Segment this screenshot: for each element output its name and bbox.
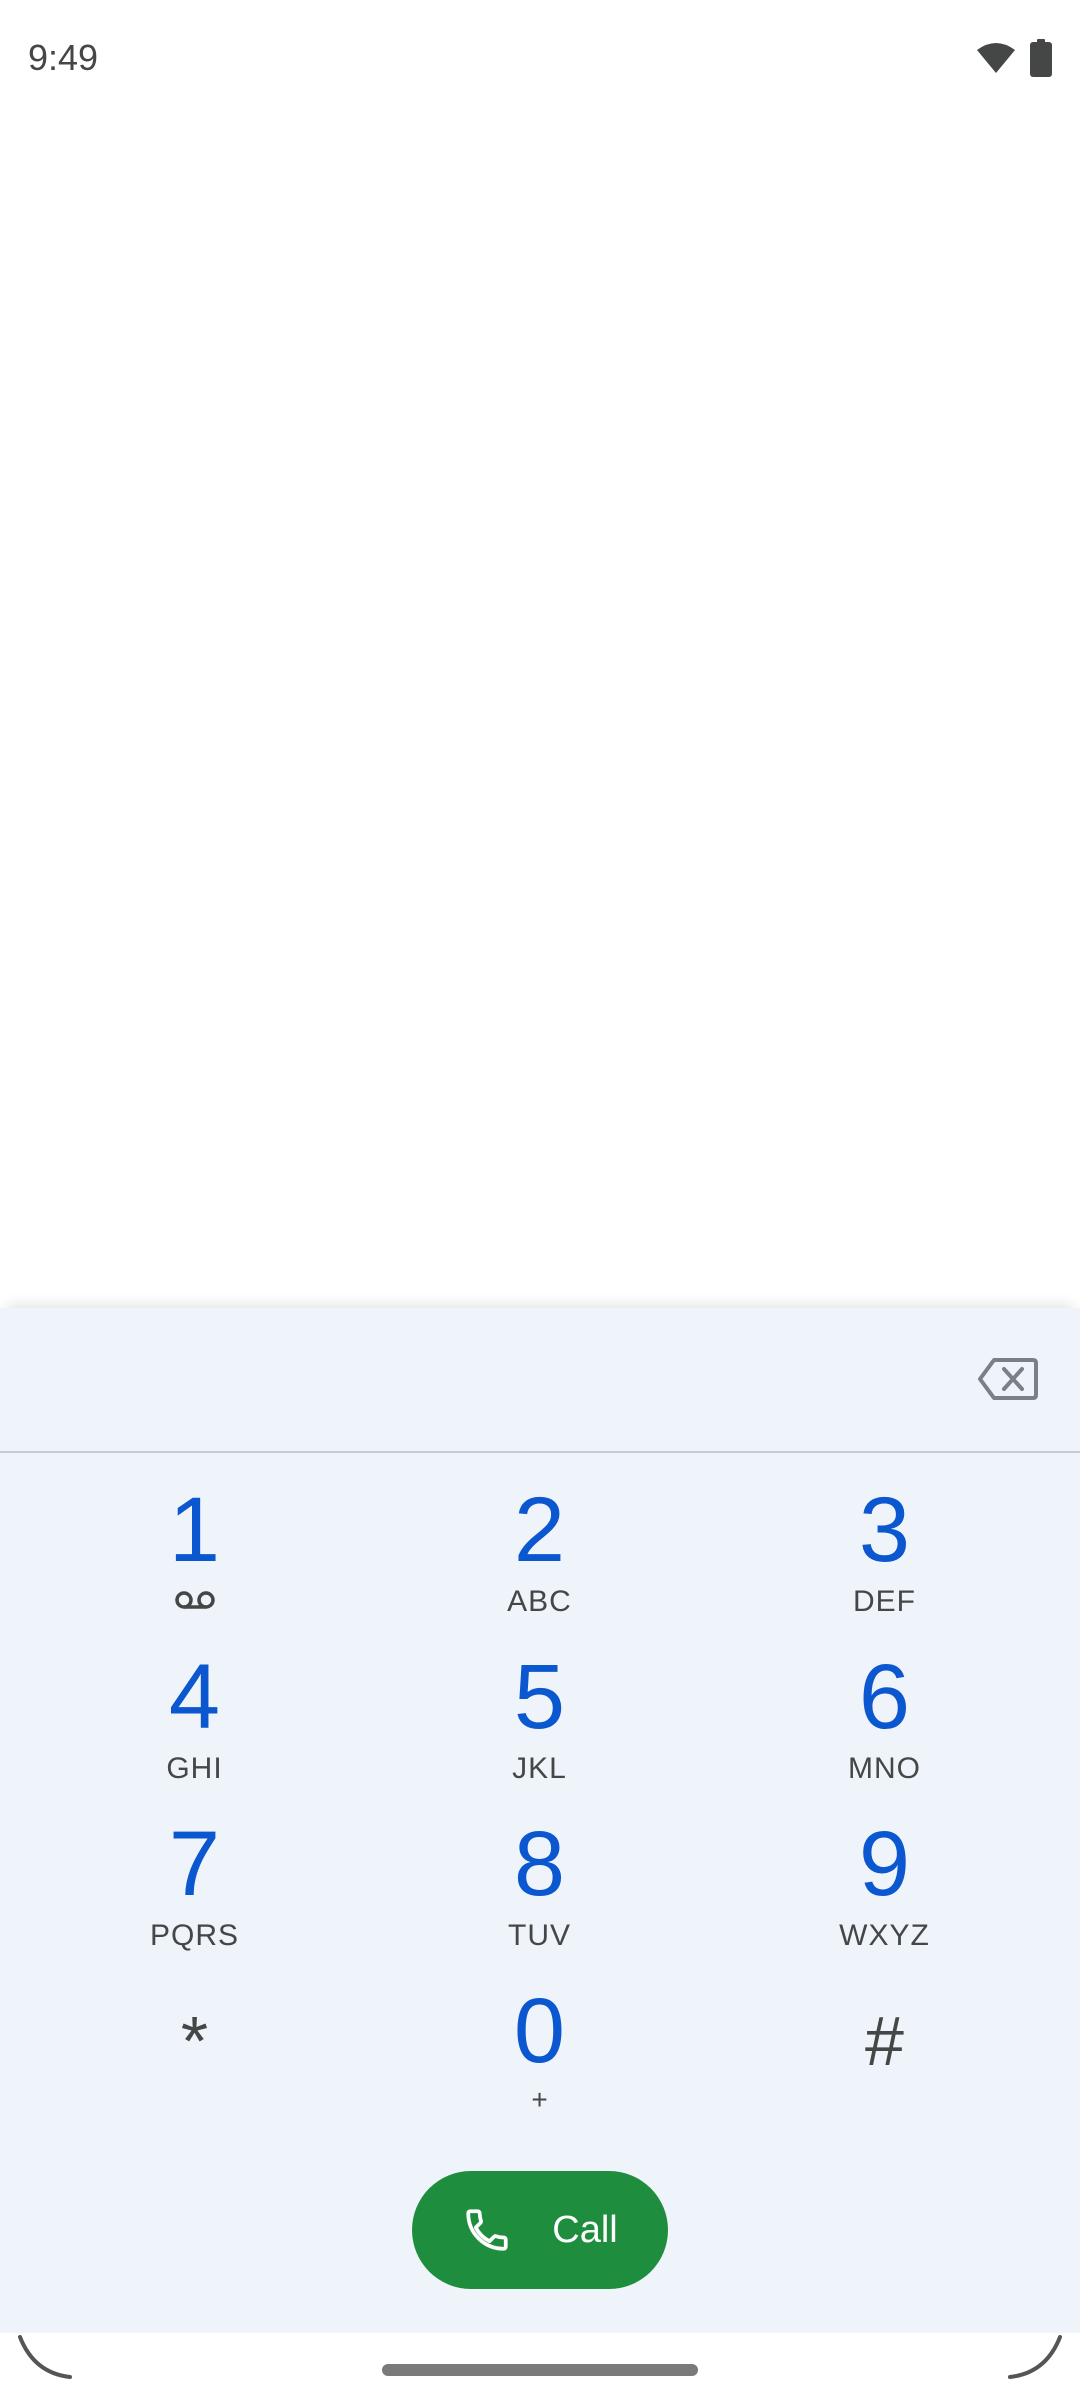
key-digit: 8 <box>513 1813 566 1915</box>
key-digit: 2 <box>513 1479 566 1581</box>
key-letters: + <box>531 2084 548 2115</box>
call-label: Call <box>552 2208 618 2251</box>
key-letters: MNO <box>848 1752 921 1785</box>
key-digit: 6 <box>858 1646 911 1748</box>
key-symbol: # <box>865 2002 904 2080</box>
key-letters: GHI <box>166 1752 223 1785</box>
key-star[interactable]: * <box>22 1969 367 2136</box>
key-digit: 9 <box>858 1813 911 1915</box>
key-4[interactable]: 4 GHI <box>22 1635 367 1802</box>
key-0[interactable]: 0 + <box>367 1969 712 2136</box>
digits-field[interactable] <box>40 1338 940 1428</box>
status-time: 9:49 <box>28 36 99 78</box>
key-digit: 1 <box>168 1479 221 1581</box>
key-2[interactable]: 2 ABC <box>367 1468 712 1635</box>
key-letters: JKL <box>512 1752 567 1785</box>
key-3[interactable]: 3 DEF <box>712 1468 1057 1635</box>
key-letters: DEF <box>853 1585 916 1618</box>
key-digit: 0 <box>513 1980 566 2082</box>
key-symbol: * <box>180 2002 209 2080</box>
navigation-bar <box>0 2333 1080 2400</box>
key-9[interactable]: 9 WXYZ <box>712 1802 1057 1969</box>
key-letters: PQRS <box>149 1919 240 1952</box>
call-button[interactable]: Call <box>412 2171 668 2289</box>
dialer-content-area <box>0 115 1080 1310</box>
key-digit: 5 <box>513 1646 566 1748</box>
digits-row <box>0 1308 1080 1453</box>
home-handle[interactable] <box>382 2364 698 2376</box>
phone-screen: 9:49 1 2 ABC 3 DEF 4 GHI 5 JKL 6 MNO 7 P… <box>0 0 1080 2400</box>
key-8[interactable]: 8 TUV <box>367 1802 712 1969</box>
battery-icon <box>1030 38 1052 77</box>
key-hash[interactable]: # <box>712 1969 1057 2136</box>
key-digit: 3 <box>858 1479 911 1581</box>
backspace-button[interactable] <box>976 1354 1040 1404</box>
key-digit: 4 <box>168 1646 221 1748</box>
key-6[interactable]: 6 MNO <box>712 1635 1057 1802</box>
key-5[interactable]: 5 JKL <box>367 1635 712 1802</box>
phone-icon <box>466 2209 508 2251</box>
key-7[interactable]: 7 PQRS <box>22 1802 367 1969</box>
status-icons <box>976 38 1052 77</box>
key-letters: TUV <box>508 1919 571 1952</box>
wifi-icon <box>976 42 1016 74</box>
key-digit: 7 <box>168 1813 221 1915</box>
corner-right-icon <box>1008 2335 1062 2379</box>
backspace-icon <box>978 1358 1038 1400</box>
status-bar: 9:49 <box>0 0 1080 115</box>
key-letters: WXYZ <box>839 1919 930 1952</box>
key-letters: ABC <box>507 1585 572 1618</box>
key-1[interactable]: 1 <box>22 1468 367 1635</box>
corner-left-icon <box>18 2335 72 2379</box>
voicemail-icon <box>174 1591 215 1609</box>
keypad: 1 2 ABC 3 DEF 4 GHI 5 JKL 6 MNO 7 PQRS 8… <box>0 1468 1080 2136</box>
